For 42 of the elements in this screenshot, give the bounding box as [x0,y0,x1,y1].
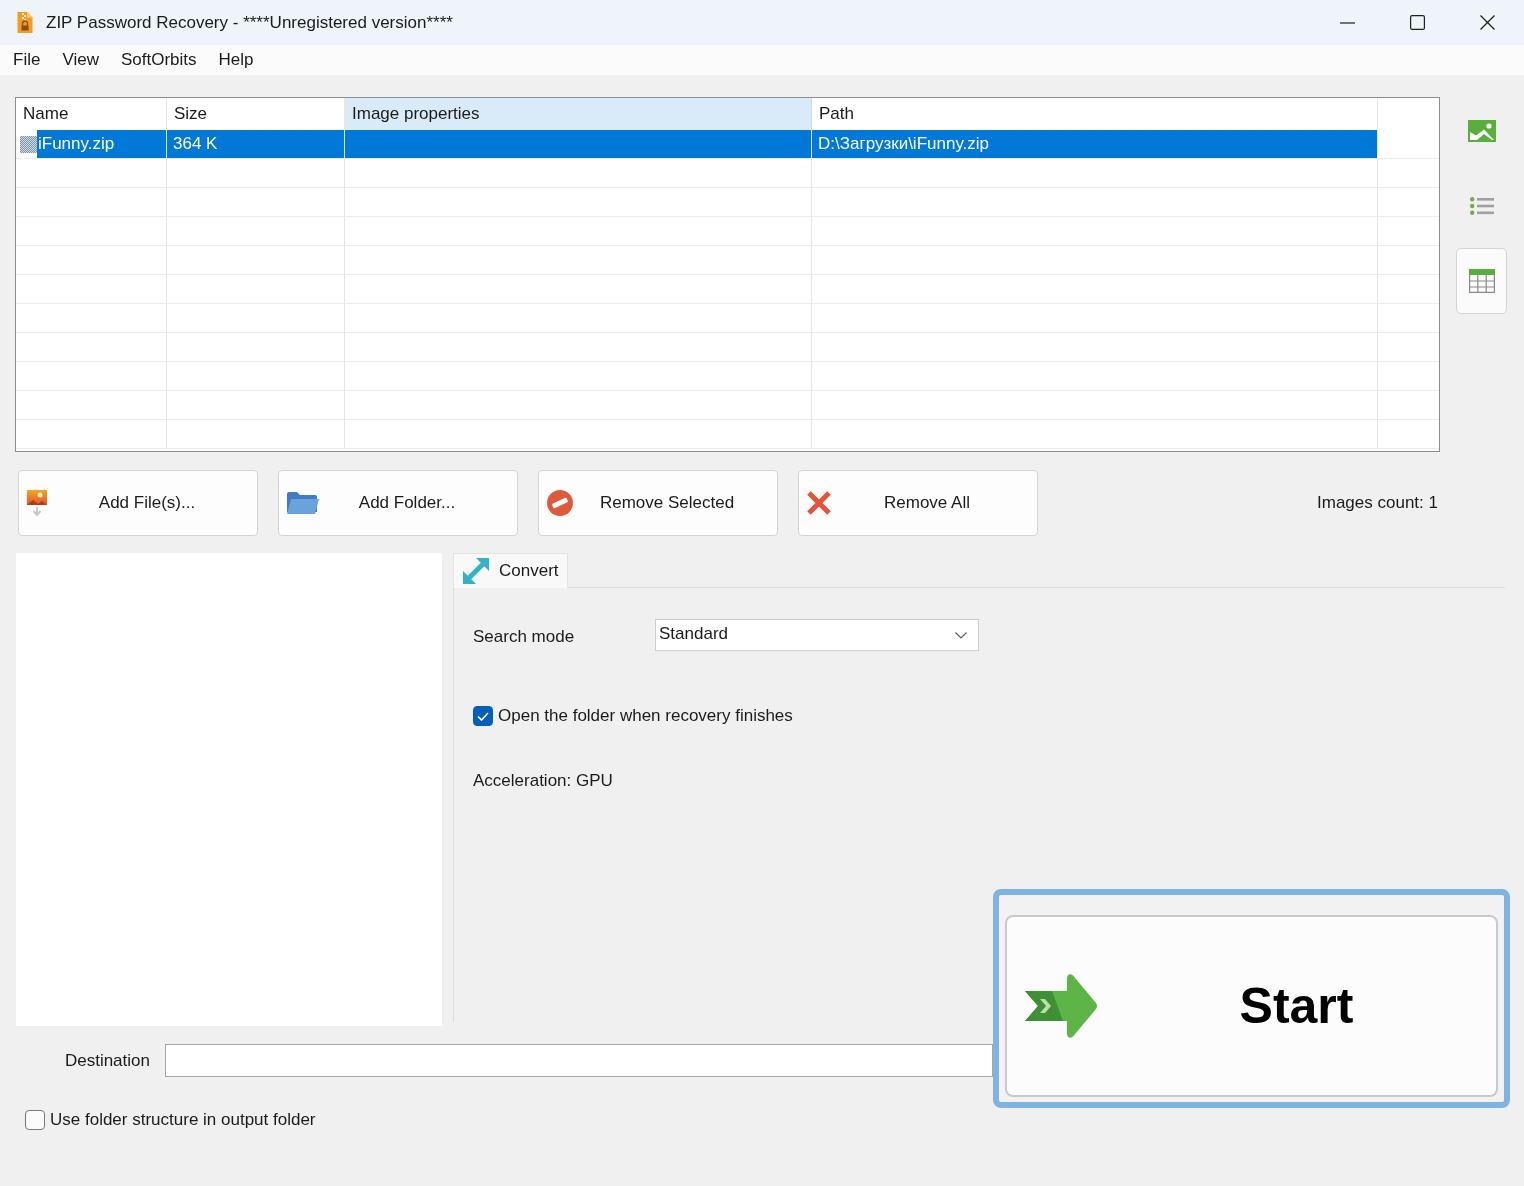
table-cell: D:\Загрузки\iFunny.zip [812,130,1378,158]
images-count: Images count: 1 [1317,493,1438,513]
picture-icon [1467,120,1496,142]
list-icon [1469,197,1494,215]
cross-icon [807,491,831,515]
chevron-down-icon [955,631,967,639]
table-cell: iFunny.zip [38,134,115,154]
file-thumbnail-icon [20,135,37,153]
picture-arrow-icon [27,489,47,517]
table-cell: 364 K [167,130,345,158]
menu-item[interactable]: SoftOrbits [109,47,208,73]
acceleration-label: Acceleration: GPU [473,771,613,790]
add-files-button[interactable]: Add File(s)... [18,470,258,536]
checkbox-label[interactable]: Use folder structure in output folder [50,1110,316,1130]
no-entry-icon [547,490,573,516]
diagonal-arrows-icon [463,558,489,584]
field-label: Destination [63,1050,150,1071]
checkmark-icon [477,711,489,721]
window-title: ZIP Password Recovery - ****Unregistered version**** [46,12,453,33]
table-icon [1468,269,1495,293]
close-icon[interactable] [1479,15,1495,30]
tab[interactable]: Convert [453,553,568,588]
add-folder-button[interactable]: Add Folder... [278,470,518,536]
folder-icon [287,492,319,514]
minimize-icon[interactable] [1339,21,1355,24]
details-view-button[interactable] [1456,248,1507,314]
menu-item[interactable]: View [51,47,110,73]
remove-selected-button[interactable]: Remove Selected [538,470,778,536]
zip-file-icon [17,12,33,33]
destination-field[interactable] [165,1044,993,1077]
start-button[interactable]: Start [1005,915,1498,1097]
arrow-icon [1025,972,1097,1040]
remove-all-button[interactable]: Remove All [798,470,1038,536]
checkbox-label[interactable]: Open the folder when recovery finishes [498,706,793,726]
menu-item[interactable]: Help [207,47,265,73]
maximize-icon[interactable] [1409,15,1425,30]
column-header[interactable]: Image properties [345,98,812,130]
menu-item[interactable]: File [2,47,52,73]
checkbox[interactable] [473,706,493,726]
field-label: Search mode [473,626,575,647]
search-mode-dropdown[interactable]: Standard [655,619,979,651]
checkbox[interactable] [25,1110,45,1130]
